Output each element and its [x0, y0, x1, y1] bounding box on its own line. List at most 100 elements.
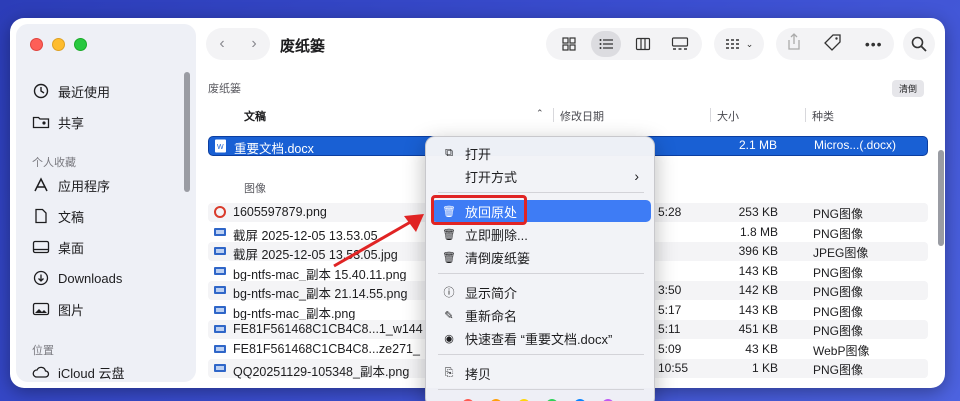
column-view-button[interactable] — [628, 31, 658, 57]
image-file-icon — [213, 361, 227, 375]
file-kind: PNG图像 — [813, 285, 864, 299]
file-size: 396 KB — [738, 244, 778, 258]
file-size: 1 KB — [751, 361, 778, 375]
location-label: 废纸篓 — [208, 83, 241, 95]
back-icon[interactable]: ‹ — [219, 35, 224, 53]
menu-item-get-info[interactable]: ⓘ 显示简介 — [431, 281, 651, 303]
annotation-highlight-box — [431, 195, 527, 225]
file-kind: WebP图像 — [813, 343, 870, 358]
file-size: 1.8 MB — [739, 224, 778, 239]
menu-item-open-with[interactable]: 打开方式 › — [431, 165, 651, 187]
menu-item-quick-look[interactable]: ◉ 快速查看 “重要文档.docx” — [431, 327, 651, 349]
sidebar-item-pictures[interactable]: 图片 — [32, 298, 84, 320]
copy-icon: ⎘ — [444, 366, 454, 379]
cloud-icon — [32, 363, 50, 381]
sidebar-item-label: iCloud 云盘 — [58, 365, 125, 381]
shared-folder-icon — [32, 113, 50, 131]
list-view-button[interactable] — [590, 31, 621, 57]
file-size: 43 KB — [745, 341, 778, 356]
image-file-icon — [213, 283, 227, 297]
file-name: FE81F561468C1CB4C8...1_w144 — [233, 322, 423, 336]
group-icon — [725, 39, 739, 49]
sidebar-scrollbar[interactable] — [184, 72, 190, 192]
file-kind: PNG图像 — [813, 304, 864, 319]
image-file-icon — [213, 264, 227, 278]
column-kind[interactable]: 种类 — [812, 108, 834, 124]
file-kind: PNG图像 — [813, 226, 864, 241]
image-file-icon — [213, 205, 227, 219]
group-by-button[interactable]: ⌄ — [714, 28, 764, 60]
actions-group: ••• — [776, 28, 894, 60]
chevron-up-icon: ⌃ — [536, 108, 544, 118]
locations-header: 位置 — [32, 345, 54, 357]
desktop-icon — [32, 238, 50, 256]
more-icon[interactable]: ••• — [865, 36, 883, 52]
search-button[interactable] — [903, 28, 935, 60]
file-size: 451 KB — [738, 322, 778, 336]
menu-item-delete-now[interactable]: 🗑 立即删除... — [431, 223, 651, 245]
column-header: 文稿 ⌃ 修改日期 大小 种类 — [208, 104, 928, 126]
column-date[interactable]: 修改日期 — [560, 108, 604, 124]
sidebar-item-shared[interactable]: 共享 — [32, 111, 84, 133]
file-date: 3:50 — [658, 283, 682, 297]
sidebar-item-label: 共享 — [58, 115, 85, 131]
menu-item-empty-trash[interactable]: 🗑 清倒废纸篓 — [431, 246, 651, 268]
menu-item-rename[interactable]: ✎ 重新命名 — [431, 304, 651, 326]
file-name: bg-ntfs-mac_副本 21.14.55.png — [233, 287, 408, 301]
annotation-arrow-icon — [333, 214, 424, 268]
svg-text:W: W — [217, 144, 224, 151]
navigation-group: ‹ › — [206, 28, 270, 60]
download-icon — [32, 269, 50, 287]
apps-icon — [32, 176, 50, 194]
sidebar-item-label: 文稿 — [58, 209, 85, 225]
sidebar-item-downloads[interactable]: Downloads — [32, 267, 122, 289]
file-name: 重要文档.docx — [234, 142, 314, 156]
menu-label: 重新命名 — [465, 308, 518, 324]
sidebar: 最近使用 共享 个人收藏 应用程序 文稿 桌面 Downloads 图片 位置 … — [16, 24, 196, 382]
empty-trash-button[interactable]: 清倒 — [892, 80, 925, 97]
file-date: 5:17 — [658, 302, 682, 317]
menu-label: 显示简介 — [465, 285, 518, 301]
file-kind: PNG图像 — [813, 265, 864, 280]
sidebar-item-label: 最近使用 — [58, 84, 111, 100]
menu-label: 立即删除... — [465, 227, 528, 243]
menu-item-copy[interactable]: ⎘ 拷贝 — [431, 362, 651, 384]
trash-icon: 🗑 — [442, 251, 456, 264]
window-title: 废纸篓 — [280, 38, 326, 55]
open-icon: ⧉ — [445, 146, 453, 159]
share-icon[interactable] — [787, 32, 801, 56]
list-scrollbar[interactable] — [938, 150, 944, 246]
forward-icon[interactable]: › — [251, 35, 256, 53]
word-doc-icon: W — [214, 139, 228, 153]
file-size: 253 KB — [738, 205, 778, 219]
column-name[interactable]: 文稿 — [244, 108, 266, 124]
sidebar-item-applications[interactable]: 应用程序 — [32, 174, 110, 196]
file-name: bg-ntfs-mac_副本.png — [233, 306, 356, 321]
tag-icon[interactable] — [824, 33, 842, 56]
icon-view-button[interactable] — [554, 31, 584, 57]
close-button[interactable] — [30, 38, 43, 51]
zoom-button[interactable] — [74, 38, 87, 51]
file-kind: JPEG图像 — [813, 246, 869, 260]
trash-icon: 🗑 — [442, 228, 456, 241]
file-kind: Micros...(.docx) — [814, 138, 897, 152]
sidebar-item-icloud[interactable]: iCloud 云盘 — [32, 361, 124, 382]
column-size[interactable]: 大小 — [717, 108, 739, 124]
context-menu: ⧉ 打开 打开方式 › 🗑 放回原处 🗑 立即删除... 🗑 清倒废纸篓 ⓘ 显示简介 ✎… — [425, 136, 655, 401]
sidebar-item-recents[interactable]: 最近使用 — [32, 80, 110, 102]
image-file-icon — [213, 244, 227, 258]
gallery-icon — [671, 37, 688, 50]
sidebar-item-label: Downloads — [58, 270, 123, 286]
toolbar: ‹ › 废纸篓 ⌄ ••• — [196, 18, 945, 70]
minimize-button[interactable] — [52, 38, 65, 51]
chevron-right-icon: › — [634, 168, 639, 184]
image-file-icon — [213, 303, 227, 317]
file-size: 142 KB — [738, 283, 778, 297]
menu-item-open[interactable]: ⧉ 打开 — [431, 142, 651, 164]
window-controls — [30, 38, 87, 51]
gallery-view-button[interactable] — [665, 31, 695, 57]
pencil-icon: ✎ — [444, 309, 454, 322]
sidebar-item-desktop[interactable]: 桌面 — [32, 236, 84, 258]
sidebar-item-documents[interactable]: 文稿 — [32, 205, 84, 227]
grid-icon — [561, 37, 576, 51]
